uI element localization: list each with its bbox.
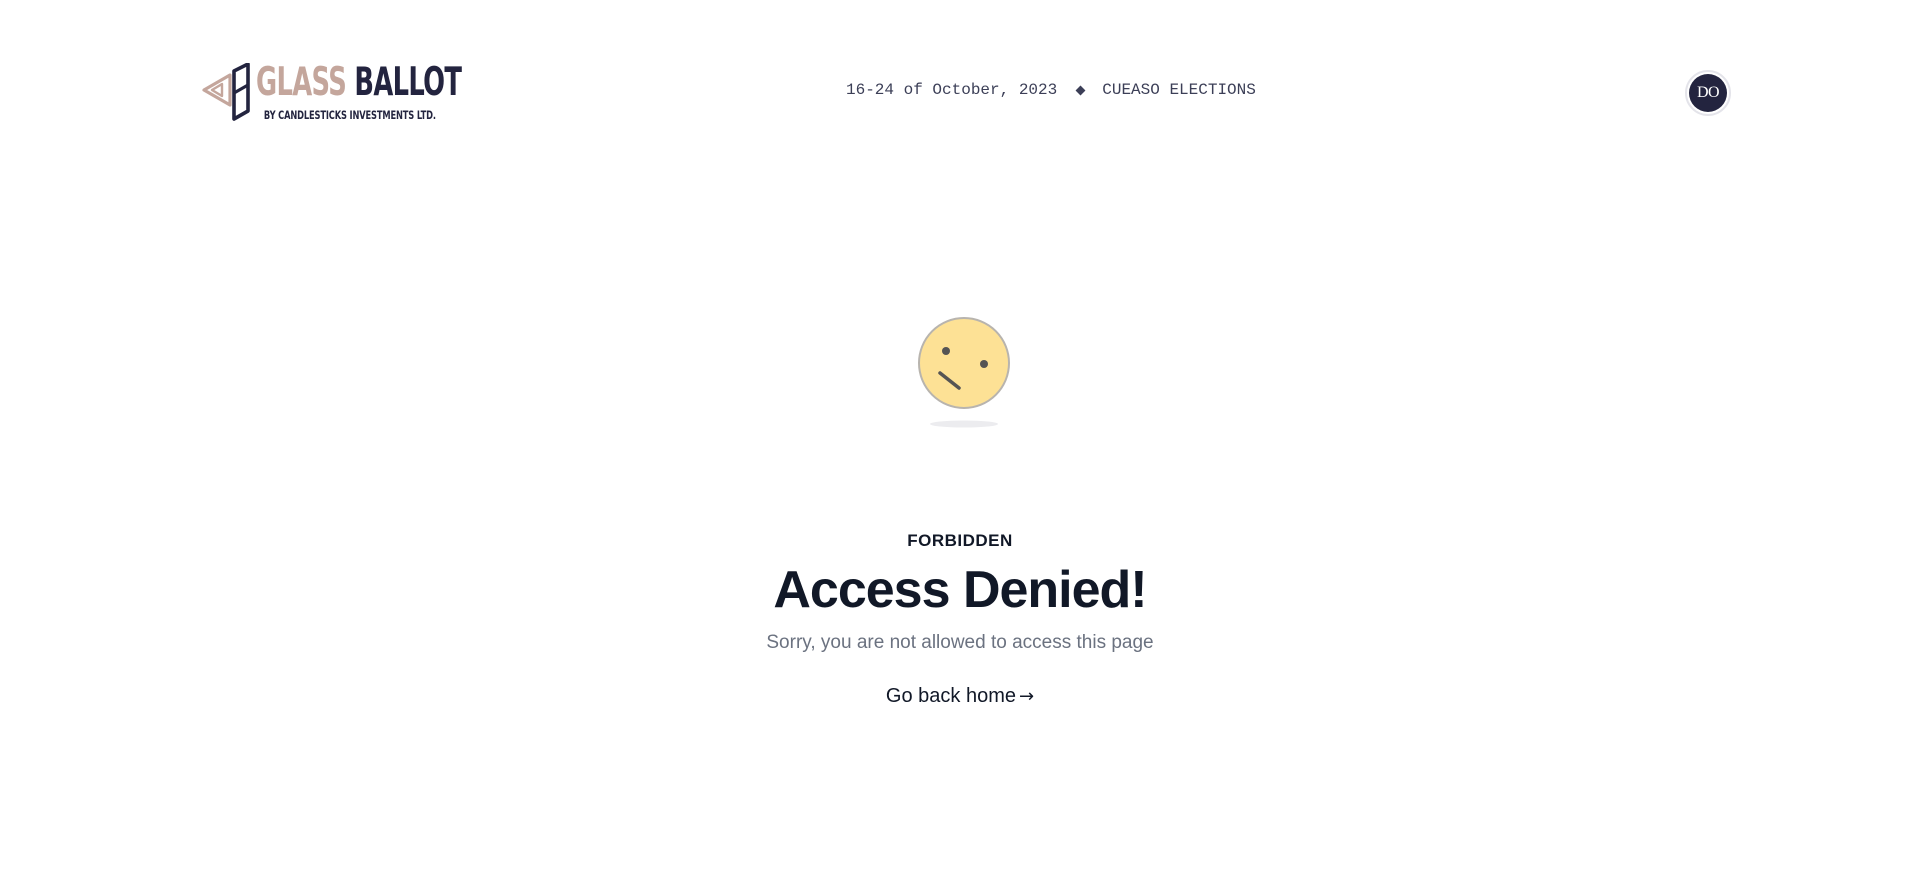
logo-title-glass: GLASS <box>256 60 347 105</box>
home-link-label: Go back home <box>885 685 1016 707</box>
page-title: Access Denied! <box>773 561 1147 619</box>
event-info: 16-24 of October, 2023 CUEASO ELECTIONS <box>846 81 1256 99</box>
avatar: DO <box>1689 74 1727 112</box>
logo-link[interactable]: GLASS BALLOT BY CANDLESTICKS INVESTMENTS… <box>200 63 462 123</box>
logo-title: GLASS BALLOT <box>256 63 494 103</box>
event-name: CUEASO ELECTIONS <box>1102 81 1256 99</box>
error-content: FORBIDDEN Access Denied! Sorry, you are … <box>0 530 1920 709</box>
event-dates: 16-24 of October, 2023 <box>846 81 1058 99</box>
glass-ballot-logo-icon <box>202 63 250 121</box>
logo-title-ballot: BALLOT <box>354 60 462 105</box>
diamond-icon <box>1075 85 1086 95</box>
error-message: Sorry, you are not allowed to access thi… <box>766 632 1154 653</box>
logo-subtitle: BY CANDLESTICKS INVESTMENTS LTD. <box>264 108 436 122</box>
error-code-label: FORBIDDEN <box>907 531 1013 550</box>
logo-text: GLASS BALLOT BY CANDLESTICKS INVESTMENTS… <box>256 63 462 123</box>
go-back-home-link[interactable]: Go back home → <box>886 684 1034 709</box>
arrow-right-icon: → <box>1018 686 1035 707</box>
user-avatar-button[interactable]: DO <box>1685 70 1731 116</box>
confused-face-icon <box>918 317 1010 428</box>
top-header: GLASS BALLOT BY CANDLESTICKS INVESTMENTS… <box>0 0 1920 184</box>
